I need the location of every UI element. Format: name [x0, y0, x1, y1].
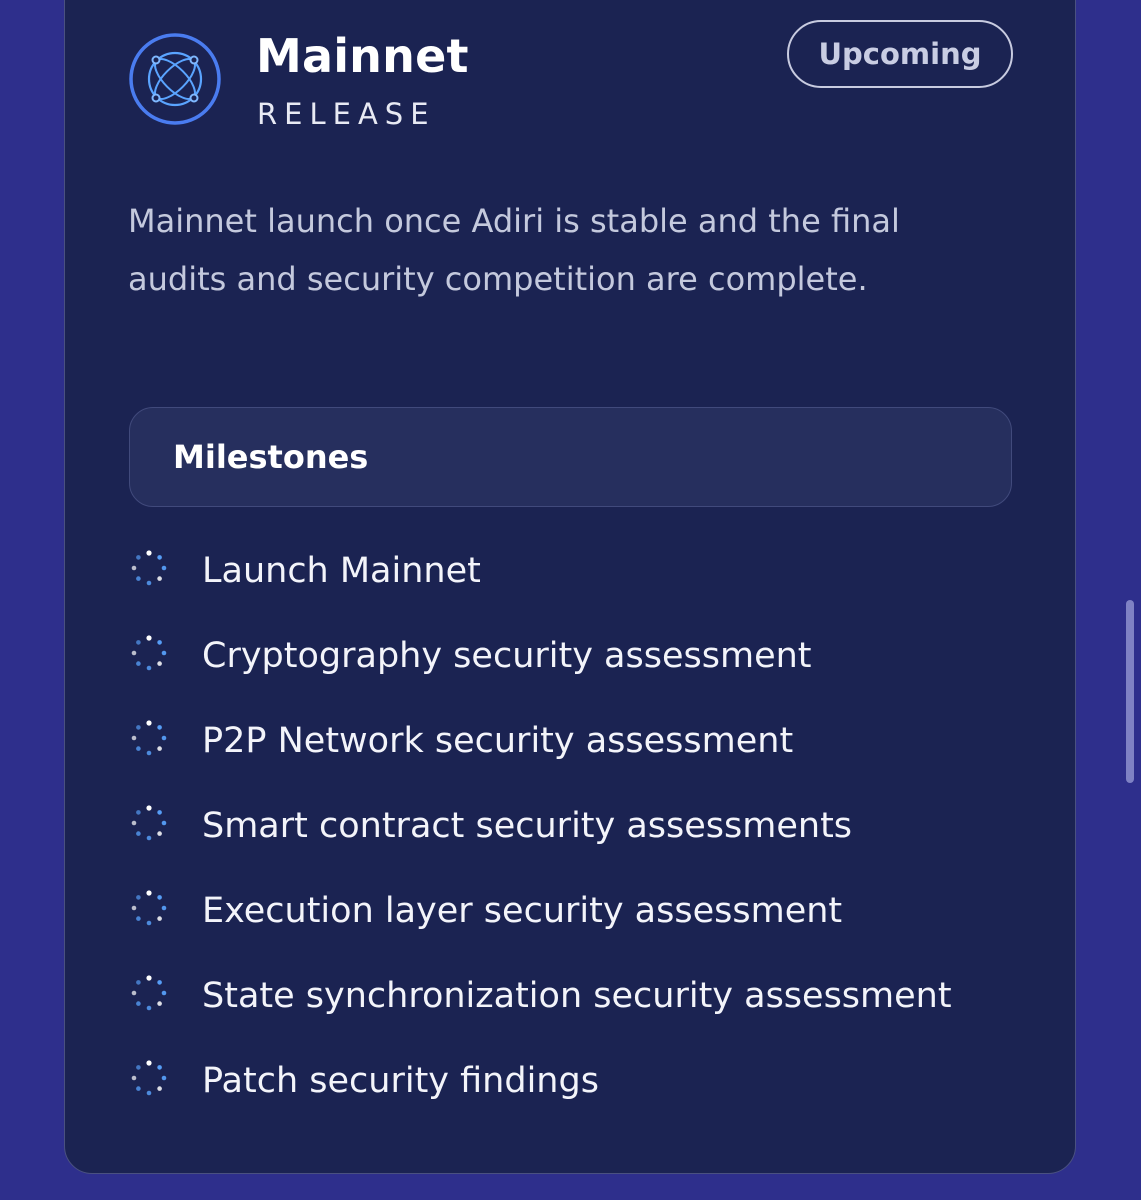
- spinner-icon: [131, 890, 167, 926]
- spinner-icon: [131, 720, 167, 756]
- release-subtitle: RELEASE: [257, 97, 436, 131]
- spinner-icon: [131, 635, 167, 671]
- milestone-list: Launch Mainnet Cryptography security asse…: [130, 528, 1030, 1123]
- milestone-label: Cryptography security assessment: [202, 636, 812, 676]
- milestones-accordion-header[interactable]: Milestones: [129, 407, 1012, 507]
- milestone-item: Smart contract security assessments: [130, 783, 1030, 868]
- milestone-label: State synchronization security assessmen…: [202, 976, 952, 1016]
- globe-network-logo-icon: [129, 33, 221, 125]
- milestone-label: Patch security findings: [202, 1061, 599, 1101]
- milestone-item: Cryptography security assessment: [130, 613, 1030, 698]
- milestone-item: P2P Network security assessment: [130, 698, 1030, 783]
- milestone-item: Launch Mainnet: [130, 528, 1030, 613]
- release-title: Mainnet: [256, 29, 469, 83]
- spinner-icon: [131, 1060, 167, 1096]
- milestone-label: Execution layer security assessment: [202, 891, 843, 931]
- spinner-icon: [131, 975, 167, 1011]
- spinner-icon: [131, 805, 167, 841]
- milestone-item: Execution layer security assessment: [130, 868, 1030, 953]
- milestone-label: P2P Network security assessment: [202, 721, 794, 761]
- release-description: Mainnet launch once Adiri is stable and …: [128, 202, 900, 298]
- milestone-item: Patch security findings: [130, 1038, 1030, 1123]
- scrollbar-thumb[interactable]: [1126, 600, 1134, 783]
- status-badge: Upcoming: [787, 20, 1013, 88]
- milestones-heading: Milestones: [173, 438, 369, 476]
- milestone-item: State synchronization security assessmen…: [130, 953, 1030, 1038]
- spinner-icon: [131, 550, 167, 586]
- milestone-label: Smart contract security assessments: [202, 806, 853, 846]
- milestone-label: Launch Mainnet: [202, 551, 481, 591]
